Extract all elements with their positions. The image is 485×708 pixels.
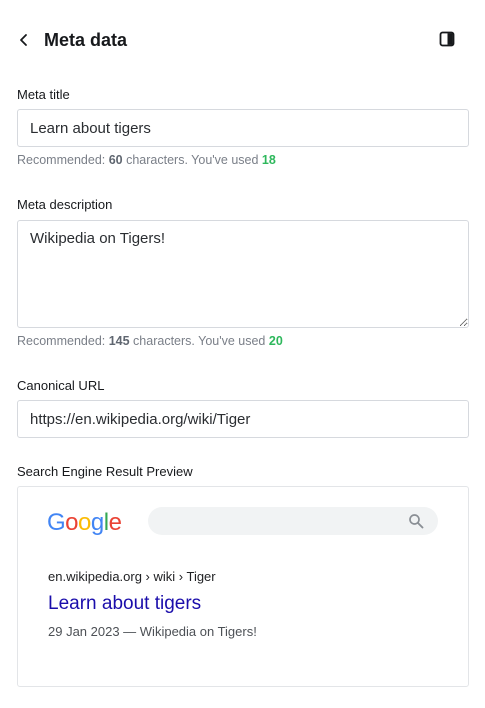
sidebar-toggle-button[interactable]: [436, 28, 458, 50]
google-logo-letter: e: [108, 509, 122, 536]
meta-title-input[interactable]: [17, 109, 469, 147]
recommended-count: 145: [108, 334, 130, 348]
recommended-count: 60: [108, 153, 123, 167]
google-logo: Google: [47, 509, 122, 537]
google-logo-letter: o: [65, 509, 79, 536]
back-button[interactable]: [12, 28, 36, 52]
preview-search-bar: [148, 507, 438, 535]
canonical-url-input[interactable]: [17, 400, 469, 438]
serp-snippet: 29 Jan 2023 — Wikipedia on Tigers!: [48, 624, 257, 639]
serp-title[interactable]: Learn about tigers: [48, 593, 201, 615]
google-logo-letter: G: [47, 509, 66, 536]
header: Meta data: [0, 0, 485, 80]
google-logo-letter: g: [90, 509, 104, 536]
meta-description-hint: Recommended: 145 characters. You've used…: [17, 333, 283, 349]
google-logo-letter: o: [78, 509, 91, 536]
canonical-url-label: Canonical URL: [17, 378, 105, 393]
hint-prefix: Recommended:: [17, 153, 109, 167]
meta-description-label: Meta description: [17, 197, 113, 212]
page-title: Meta data: [44, 30, 128, 50]
hint-middle: characters. You've used: [122, 153, 262, 167]
serp-url: en.wikipedia.org › wiki › Tiger: [48, 569, 216, 584]
meta-title-hint: Recommended: 60 characters. You've used …: [17, 152, 276, 168]
meta-description-textarea[interactable]: Wikipedia on Tigers!: [17, 220, 469, 328]
chevron-left-icon: [20, 34, 27, 46]
meta-title-label: Meta title: [17, 87, 70, 102]
used-count: 18: [261, 153, 276, 167]
sidebar-toggle-icon: [439, 31, 455, 47]
serp-preview: Google en.wikipedia.org › wiki › Tiger L…: [17, 486, 469, 687]
search-icon: [409, 514, 424, 529]
used-count: 20: [268, 334, 283, 348]
hint-prefix: Recommended:: [17, 334, 109, 348]
preview-label: Search Engine Result Preview: [17, 464, 193, 479]
hint-middle: characters. You've used: [129, 334, 269, 348]
